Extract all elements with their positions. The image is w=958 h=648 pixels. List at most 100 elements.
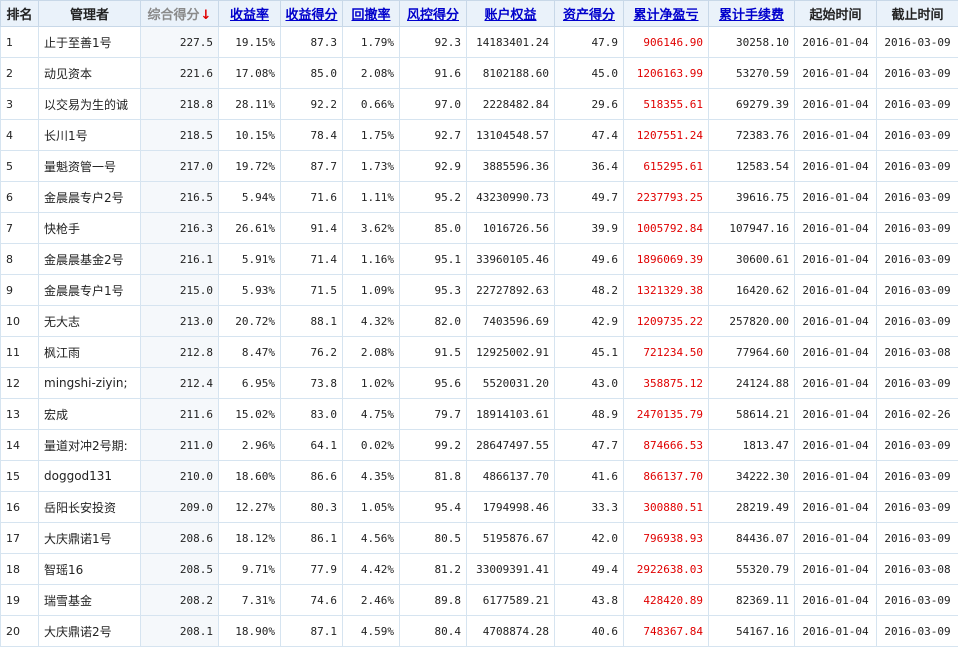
- cell-end-time: 2016-03-09: [876, 615, 958, 647]
- header-return-score-link[interactable]: 收益得分: [280, 0, 343, 27]
- table-row[interactable]: 10 无大志 213.0 20.72% 88.1 4.32% 82.0 7403596.69 4…: [0, 305, 958, 337]
- cell-risk-score: 92.9: [399, 150, 467, 182]
- header-return-rate-link[interactable]: 收益率: [218, 0, 281, 27]
- cell-cum-fee: 12583.54: [708, 150, 795, 182]
- table-row[interactable]: 18 智瑶16 208.5 9.71% 77.9 4.42% 81.2 33009391.41…: [0, 553, 958, 585]
- table-row[interactable]: 1 止于至善1号 227.5 19.15% 87.3 1.79% 92.3 14183401.…: [0, 26, 958, 58]
- cell-total-score: 211.0: [140, 429, 219, 461]
- header-asset-score-link[interactable]: 资产得分: [554, 0, 624, 27]
- cell-rank: 6: [0, 181, 39, 213]
- cell-rank: 4: [0, 119, 39, 151]
- cell-asset-score: 45.0: [554, 57, 624, 89]
- cell-total-score: 213.0: [140, 305, 219, 337]
- cell-return-rate: 26.61%: [218, 212, 281, 244]
- cell-cum-fee: 58614.21: [708, 398, 795, 430]
- cell-equity: 13104548.57: [466, 119, 555, 151]
- cell-equity: 1016726.56: [466, 212, 555, 244]
- cell-equity: 43230990.73: [466, 181, 555, 213]
- cell-return-score: 87.3: [280, 26, 343, 58]
- cell-asset-score: 49.6: [554, 243, 624, 275]
- cell-risk-score: 91.5: [399, 336, 467, 368]
- cell-cum-fee: 82369.11: [708, 584, 795, 616]
- cell-cum-pnl: 874666.53: [623, 429, 709, 461]
- cell-rank: 16: [0, 491, 39, 523]
- cell-start-time: 2016-01-04: [794, 181, 877, 213]
- cell-rank: 3: [0, 88, 39, 120]
- cell-return-rate: 10.15%: [218, 119, 281, 151]
- cell-rank: 7: [0, 212, 39, 244]
- header-drawdown-link[interactable]: 回撤率: [342, 0, 400, 27]
- cell-asset-score: 49.7: [554, 181, 624, 213]
- cell-return-score: 78.4: [280, 119, 343, 151]
- cell-start-time: 2016-01-04: [794, 336, 877, 368]
- cell-asset-score: 47.4: [554, 119, 624, 151]
- cell-asset-score: 47.7: [554, 429, 624, 461]
- table-row[interactable]: 2 动见资本 221.6 17.08% 85.0 2.08% 91.6 8102188.60 4…: [0, 57, 958, 89]
- cell-asset-score: 42.0: [554, 522, 624, 554]
- cell-cum-fee: 1813.47: [708, 429, 795, 461]
- table-row[interactable]: 13 宏成 211.6 15.02% 83.0 4.75% 79.7 18914103.61 4…: [0, 398, 958, 430]
- cell-cum-fee: 16420.62: [708, 274, 795, 306]
- cell-start-time: 2016-01-04: [794, 553, 877, 585]
- cell-end-time: 2016-03-09: [876, 429, 958, 461]
- cell-cum-pnl: 1321329.38: [623, 274, 709, 306]
- table-row[interactable]: 9 金晨晨专户1号 215.0 5.93% 71.5 1.09% 95.3 22727892.…: [0, 274, 958, 306]
- cell-start-time: 2016-01-04: [794, 491, 877, 523]
- header-risk-score-link[interactable]: 风控得分: [399, 0, 467, 27]
- table-body: 1 止于至善1号 227.5 19.15% 87.3 1.79% 92.3 14183401.…: [0, 26, 958, 647]
- cell-risk-score: 80.4: [399, 615, 467, 647]
- cell-drawdown: 1.75%: [342, 119, 400, 151]
- header-total-score[interactable]: 综合得分↓: [140, 0, 219, 27]
- cell-equity: 1794998.46: [466, 491, 555, 523]
- table-row[interactable]: 11 枫江雨 212.8 8.47% 76.2 2.08% 91.5 12925002.91 4…: [0, 336, 958, 368]
- cell-equity: 33009391.41: [466, 553, 555, 585]
- cell-total-score: 209.0: [140, 491, 219, 523]
- cell-cum-pnl: 2922638.03: [623, 553, 709, 585]
- cell-drawdown: 3.62%: [342, 212, 400, 244]
- sort-down-arrow-icon: ↓: [200, 8, 212, 23]
- cell-manager: 宏成: [38, 398, 141, 430]
- cell-cum-fee: 107947.16: [708, 212, 795, 244]
- cell-equity: 6177589.21: [466, 584, 555, 616]
- cell-cum-fee: 55320.79: [708, 553, 795, 585]
- cell-manager: 大庆鼎诺1号: [38, 522, 141, 554]
- cell-start-time: 2016-01-04: [794, 584, 877, 616]
- table-row[interactable]: 14 量道对冲2号期: 211.0 2.96% 64.1 0.02% 99.2 2864749…: [0, 429, 958, 461]
- table-row[interactable]: 5 量魁资管一号 217.0 19.72% 87.7 1.73% 92.9 3885596.3…: [0, 150, 958, 182]
- cell-manager: 无大志: [38, 305, 141, 337]
- table-row[interactable]: 4 长川1号 218.5 10.15% 78.4 1.75% 92.7 13104548.57…: [0, 119, 958, 151]
- header-cum-fee-link[interactable]: 累计手续费: [708, 0, 795, 27]
- table-row[interactable]: 16 岳阳长安投资 209.0 12.27% 80.3 1.05% 95.4 1794998.…: [0, 491, 958, 523]
- table-row[interactable]: 12 mingshi-ziyin; 212.4 6.95% 73.8 1.02% 95.6 5…: [0, 367, 958, 399]
- cell-return-rate: 17.08%: [218, 57, 281, 89]
- cell-equity: 7403596.69: [466, 305, 555, 337]
- table-row[interactable]: 15 doggod131 210.0 18.60% 86.6 4.35% 81.8 48661…: [0, 460, 958, 492]
- header-cum-pnl-link[interactable]: 累计净盈亏: [623, 0, 709, 27]
- table-row[interactable]: 8 金晨晨基金2号 216.1 5.91% 71.4 1.16% 95.1 33960105.…: [0, 243, 958, 275]
- cell-cum-fee: 53270.59: [708, 57, 795, 89]
- cell-cum-pnl: 721234.50: [623, 336, 709, 368]
- cell-return-rate: 9.71%: [218, 553, 281, 585]
- cell-return-rate: 5.94%: [218, 181, 281, 213]
- table-row[interactable]: 20 大庆鼎诺2号 208.1 18.90% 87.1 4.59% 80.4 4708874.…: [0, 615, 958, 647]
- cell-return-score: 77.9: [280, 553, 343, 585]
- cell-cum-pnl: 1209735.22: [623, 305, 709, 337]
- cell-start-time: 2016-01-04: [794, 26, 877, 58]
- cell-equity: 3885596.36: [466, 150, 555, 182]
- cell-drawdown: 1.11%: [342, 181, 400, 213]
- cell-cum-fee: 24124.88: [708, 367, 795, 399]
- table-row[interactable]: 17 大庆鼎诺1号 208.6 18.12% 86.1 4.56% 80.5 5195876.…: [0, 522, 958, 554]
- cell-drawdown: 0.02%: [342, 429, 400, 461]
- table-row[interactable]: 3 以交易为生的诚 218.8 28.11% 92.2 0.66% 97.0 2228482.…: [0, 88, 958, 120]
- cell-end-time: 2016-03-09: [876, 88, 958, 120]
- cell-asset-score: 29.6: [554, 88, 624, 120]
- cell-end-time: 2016-03-09: [876, 584, 958, 616]
- header-end-time: 截止时间: [876, 0, 958, 27]
- table-row[interactable]: 7 快枪手 216.3 26.61% 91.4 3.62% 85.0 1016726.56 39…: [0, 212, 958, 244]
- header-start-time: 起始时间: [794, 0, 877, 27]
- cell-risk-score: 95.6: [399, 367, 467, 399]
- header-equity-link[interactable]: 账户权益: [466, 0, 555, 27]
- cell-cum-fee: 72383.76: [708, 119, 795, 151]
- table-row[interactable]: 19 瑞雪基金 208.2 7.31% 74.6 2.46% 89.8 6177589.21 4…: [0, 584, 958, 616]
- table-row[interactable]: 6 金晨晨专户2号 216.5 5.94% 71.6 1.11% 95.2 43230990.…: [0, 181, 958, 213]
